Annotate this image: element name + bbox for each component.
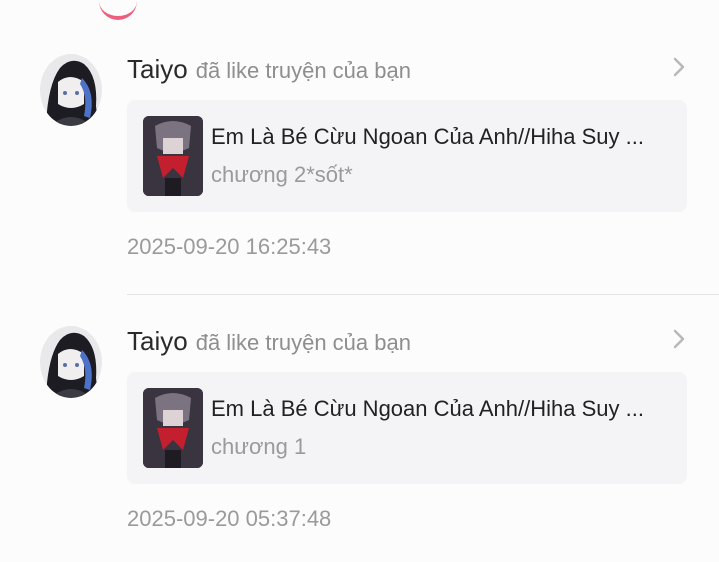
timestamp: 2025-09-20 16:25:43 (127, 234, 332, 259)
story-cover-thumbnail (143, 388, 203, 468)
action-text: đã like truyện của bạn (195, 58, 411, 83)
user-avatar[interactable] (40, 326, 102, 398)
user-name[interactable]: Taiyo (127, 326, 188, 357)
story-cover-thumbnail (143, 116, 203, 196)
chevron-right-icon[interactable] (668, 56, 690, 78)
chevron-right-icon[interactable] (668, 328, 690, 350)
user-name[interactable]: Taiyo (127, 54, 188, 85)
action-text: đã like truyện của bạn (195, 330, 411, 355)
story-card[interactable]: Em Là Bé Cừu Ngoan Của Anh//Hiha Suy ...… (127, 372, 687, 484)
user-avatar[interactable] (40, 54, 102, 126)
timestamp: 2025-09-20 05:37:48 (127, 506, 332, 531)
story-card[interactable]: Em Là Bé Cừu Ngoan Của Anh//Hiha Suy ...… (127, 100, 687, 212)
story-title: Em Là Bé Cừu Ngoan Của Anh//Hiha Suy ... (211, 124, 644, 149)
divider (127, 294, 719, 295)
chapter-name: chương 2*sốt* (211, 162, 353, 187)
chapter-name: chương 1 (211, 434, 307, 459)
story-title: Em Là Bé Cừu Ngoan Của Anh//Hiha Suy ... (211, 396, 644, 421)
loading-spinner-icon (99, 0, 137, 20)
